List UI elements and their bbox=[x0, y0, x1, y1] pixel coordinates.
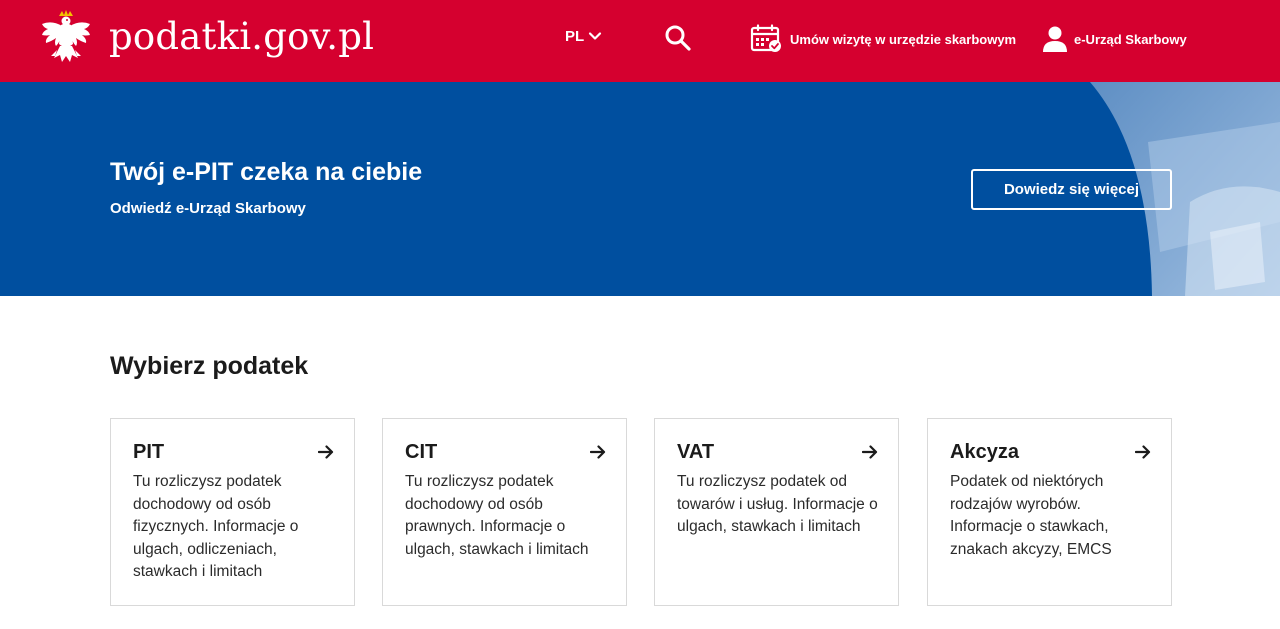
card-title: Akcyza bbox=[950, 441, 1019, 463]
site-header: podatki.gov.pl PL Umów wizytę w urzędzie… bbox=[0, 0, 1280, 82]
tax-cards: PIT Tu rozliczysz podatek dochodowy od o… bbox=[110, 418, 1172, 606]
tax-card-excise[interactable]: Akcyza Podatek od niektórych rodzajów wy… bbox=[927, 418, 1172, 606]
card-description: Tu rozliczysz podatek dochodowy od osób … bbox=[405, 473, 589, 558]
calendar-check-icon bbox=[750, 24, 781, 52]
banner-subtitle: Odwiedź e-Urząd Skarbowy bbox=[110, 200, 306, 217]
e-tax-office-link[interactable]: e-Urząd Skarbowy bbox=[1042, 24, 1187, 54]
language-selector[interactable]: PL bbox=[565, 26, 602, 46]
promo-banner: Twój e-PIT czeka na ciebie Odwiedź e-Urz… bbox=[0, 82, 1280, 296]
card-description: Tu rozliczysz podatek od towarów i usług… bbox=[677, 473, 878, 535]
card-title: PIT bbox=[133, 441, 165, 463]
search-button[interactable] bbox=[664, 24, 692, 52]
arrow-right-icon bbox=[862, 445, 878, 459]
section-title: Wybierz podatek bbox=[110, 352, 309, 380]
arrow-right-icon bbox=[318, 445, 334, 459]
learn-more-button[interactable]: Dowiedz się więcej bbox=[971, 169, 1172, 210]
card-title: VAT bbox=[677, 441, 715, 463]
card-description: Podatek od niektórych rodzajów wyrobów. … bbox=[950, 473, 1112, 558]
user-icon bbox=[1043, 26, 1067, 52]
book-appointment-link[interactable]: Umów wizytę w urzędzie skarbowym bbox=[750, 24, 1016, 54]
e-tax-office-label: e-Urząd Skarbowy bbox=[1074, 31, 1187, 47]
chevron-down-icon bbox=[589, 32, 602, 40]
book-appointment-label: Umów wizytę w urzędzie skarbowym bbox=[790, 31, 1017, 47]
site-title[interactable]: podatki.gov.pl bbox=[109, 14, 374, 60]
card-title: CIT bbox=[405, 441, 438, 463]
eagle-emblem-icon[interactable] bbox=[40, 10, 92, 68]
tax-card-vat[interactable]: VAT Tu rozliczysz podatek od towarów i u… bbox=[654, 418, 899, 606]
language-label: PL bbox=[565, 27, 585, 45]
arrow-right-icon bbox=[1135, 445, 1151, 459]
tax-card-cit[interactable]: CIT Tu rozliczysz podatek dochodowy od o… bbox=[382, 418, 627, 606]
search-icon bbox=[665, 25, 691, 51]
banner-title: Twój e-PIT czeka na ciebie bbox=[110, 158, 423, 186]
card-description: Tu rozliczysz podatek dochodowy od osób … bbox=[133, 473, 299, 580]
tax-card-pit[interactable]: PIT Tu rozliczysz podatek dochodowy od o… bbox=[110, 418, 355, 606]
arrow-right-icon bbox=[590, 445, 606, 459]
